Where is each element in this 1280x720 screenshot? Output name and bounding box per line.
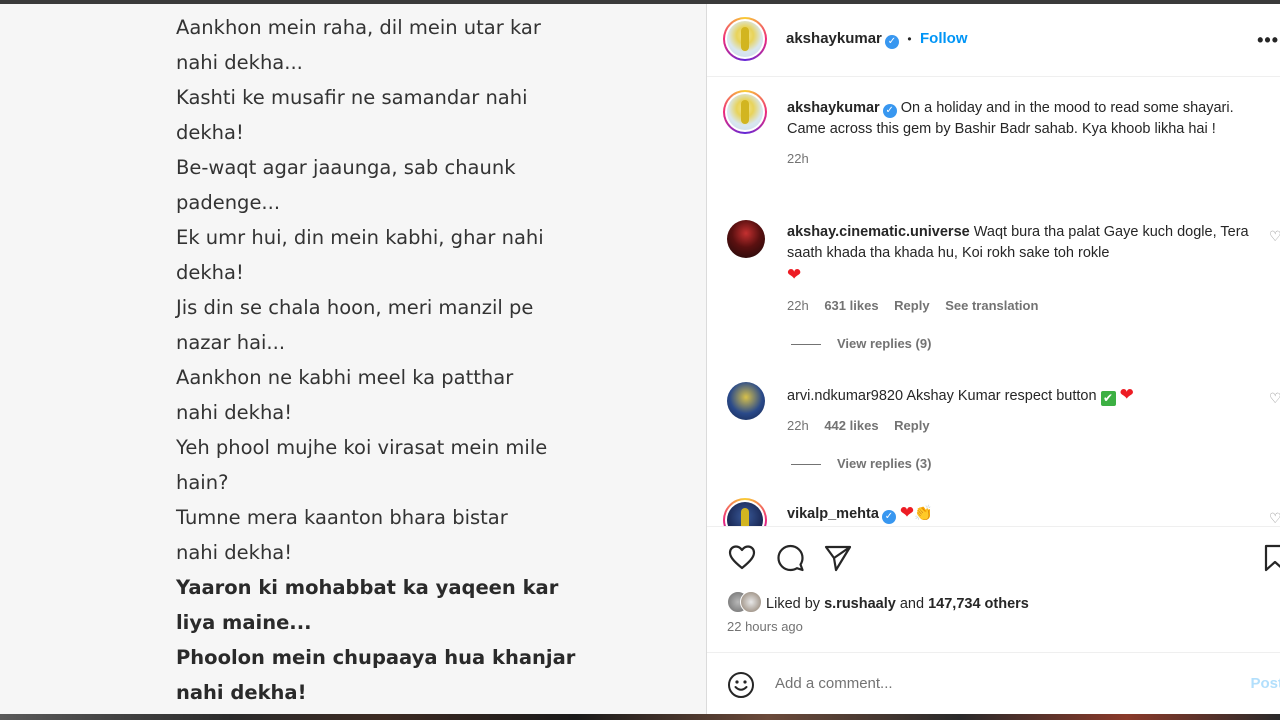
- poem-line: nahi dekha!: [176, 681, 307, 704]
- post-actions: Liked by s.rushaaly and 147,734 others 2…: [707, 526, 1280, 653]
- share-icon[interactable]: [823, 543, 853, 573]
- replies-divider: [791, 464, 821, 466]
- view-replies-button[interactable]: View replies (9): [791, 336, 931, 351]
- header-separator: •: [907, 32, 912, 46]
- verified-icon: ✓: [884, 35, 899, 49]
- liked-by-user[interactable]: s.rushaaly: [824, 596, 896, 612]
- poem-line: dekha!: [176, 121, 244, 144]
- poem-line: Yeh phool mujhe koi virasat mein mile: [176, 436, 548, 459]
- caption-avatar[interactable]: [723, 90, 767, 134]
- clapping-hands-emoji: 👏: [914, 505, 933, 522]
- liked-by-others[interactable]: 147,734 others: [928, 596, 1029, 612]
- poem-line: Phoolon mein chupaaya hua khanjar: [176, 646, 576, 669]
- follow-button[interactable]: Follow: [920, 30, 968, 47]
- heart-icon[interactable]: [727, 543, 757, 573]
- post-image: Aankhon mein raha, dil mein utar kar nahi…: [0, 4, 706, 714]
- poem-line: Jis din se chala hoon, meri manzil pe: [176, 296, 534, 319]
- red-heart-emoji: ❤: [787, 265, 802, 284]
- poem-line: Tumne mera kaanton bhara bistar: [176, 506, 508, 529]
- view-replies-label: View replies (3): [837, 456, 932, 471]
- poem-text: Aankhon mein raha, dil mein utar kar nahi…: [176, 10, 576, 710]
- liked-by-and: and: [899, 596, 925, 612]
- poem-line: hain?: [176, 471, 229, 494]
- liked-by-prefix: Liked by: [766, 596, 821, 612]
- emoji-icon[interactable]: [727, 671, 755, 699]
- comment-username[interactable]: vikalp_mehta: [787, 506, 879, 522]
- reply-button[interactable]: Reply: [894, 298, 929, 313]
- poem-line: Ek umr hui, din mein kabhi, ghar nahi: [176, 226, 544, 249]
- check-mark-emoji: ✔: [1100, 391, 1116, 406]
- caption-username[interactable]: akshaykumar: [787, 100, 880, 116]
- author-avatar[interactable]: [723, 17, 767, 61]
- poem-line: liya maine...: [176, 611, 312, 634]
- post-header: akshaykumar ✓ • Follow •••: [707, 4, 1280, 77]
- poem-line: Be-waqt agar jaaunga, sab chaunk: [176, 156, 516, 179]
- comment-likes[interactable]: 631 likes: [824, 298, 878, 313]
- comment-like-heart-icon[interactable]: ♡: [1269, 228, 1280, 244]
- add-comment-bar: Add a comment... Post: [707, 652, 1280, 715]
- comment-time[interactable]: 22h: [787, 418, 809, 433]
- comment-time[interactable]: 22h: [787, 298, 809, 313]
- view-replies-label: View replies (9): [837, 336, 932, 351]
- poem-line: nahi dekha!: [176, 401, 293, 424]
- post-comment-button[interactable]: Post: [1250, 675, 1280, 692]
- red-heart-emoji: ❤: [1119, 385, 1134, 404]
- red-heart-emoji: ❤: [899, 503, 915, 522]
- comment-icon[interactable]: [775, 543, 805, 573]
- comment-input[interactable]: Add a comment...: [775, 675, 893, 692]
- commenter-avatar[interactable]: [727, 220, 765, 258]
- poem-line: Yaaron ki mohabbat ka yaqeen kar: [176, 576, 559, 599]
- poem-line: Kashti ke musafir ne samandar nahi: [176, 86, 528, 109]
- poem-line: padenge...: [176, 191, 281, 214]
- commenter-avatar[interactable]: [727, 382, 765, 420]
- author-username[interactable]: akshaykumar: [786, 30, 882, 47]
- background-strip: [0, 714, 1280, 720]
- reply-button[interactable]: Reply: [894, 418, 929, 433]
- poem-line: Aankhon mein raha, dil mein utar kar: [176, 16, 541, 39]
- poem-line: nahi dekha...: [176, 51, 303, 74]
- see-translation-button[interactable]: See translation: [945, 298, 1038, 313]
- bookmark-icon[interactable]: [1263, 543, 1280, 573]
- poem-line: nahi dekha!: [176, 541, 293, 564]
- comment-likes[interactable]: 442 likes: [824, 418, 878, 433]
- comment-like-heart-icon[interactable]: ♡: [1269, 390, 1280, 406]
- comment-text: Akshay Kumar respect button: [906, 388, 1097, 404]
- post-panel: akshaykumar ✓ • Follow ••• akshaykumar ✓ O…: [706, 4, 1280, 714]
- post-timestamp[interactable]: 22 hours ago: [727, 619, 803, 634]
- comment-like-heart-icon[interactable]: ♡: [1269, 510, 1280, 526]
- comments-list[interactable]: akshaykumar ✓ On a holiday and in the moo…: [707, 78, 1280, 526]
- view-replies-button[interactable]: View replies (3): [791, 456, 931, 471]
- replies-divider: [791, 344, 821, 346]
- poem-line: nazar hai...: [176, 331, 286, 354]
- poem-line: Aankhon ne kabhi meel ka patthar: [176, 366, 514, 389]
- liker-avatar[interactable]: [740, 591, 762, 613]
- commenter-avatar[interactable]: [723, 498, 767, 526]
- verified-icon: ✓: [881, 510, 896, 524]
- poem-line: dekha!: [176, 261, 244, 284]
- comment-username[interactable]: arvi.ndkumar9820: [787, 388, 903, 404]
- comment-username[interactable]: akshay.cinematic.universe: [787, 224, 970, 240]
- likes-summary: Liked by s.rushaaly and 147,734 others: [727, 591, 1029, 613]
- more-icon[interactable]: •••: [1257, 30, 1279, 51]
- caption-time[interactable]: 22h: [787, 151, 809, 166]
- verified-icon: ✓: [882, 104, 897, 118]
